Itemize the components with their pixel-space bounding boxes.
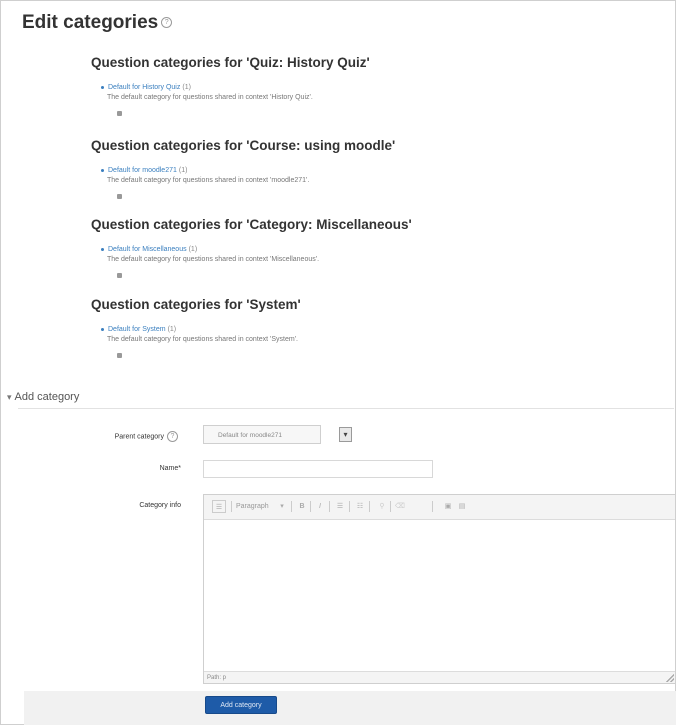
divider [369,501,370,512]
move-icon[interactable] [117,273,122,278]
link-icon[interactable]: ⚲ [376,500,388,513]
list-item: Default for Miscellaneous (1) The default… [101,245,319,265]
list-item: Default for History Quiz (1) The default … [101,83,313,103]
question-count: (1) [178,167,188,174]
resize-handle-icon[interactable] [666,674,674,682]
editor-toolbar: ☰ Paragraph ▾ B I ☰ ☷ ⚲ ⌫ ▣ ▤ [204,495,675,520]
form-buttons-panel [24,691,676,725]
add-category-legend[interactable]: ▾ Add category [7,391,79,403]
page-title: Edit categories? [22,12,173,34]
move-icon[interactable] [117,111,122,116]
paragraph-format-select[interactable]: Paragraph [236,500,276,513]
question-count: (1) [182,84,191,91]
move-icon[interactable] [117,353,122,358]
category-link[interactable]: Default for moodle271 [108,167,177,174]
toolbar-toggle-icon[interactable]: ☰ [212,500,226,513]
bullet-icon [101,247,104,251]
editor-path: Path: p [204,671,675,683]
category-description: The default category for questions share… [107,256,320,263]
parent-category-select[interactable]: Default for moodle271 [203,425,321,444]
bullet-icon [101,85,104,89]
question-count: (1) [188,246,198,253]
list-item: Default for moodle271 (1) The default cat… [101,166,309,186]
divider [18,408,674,409]
category-heading-misc: Question categories for 'Category: Misce… [91,217,412,232]
move-icon[interactable] [117,194,122,199]
divider [349,501,350,512]
collapse-icon[interactable]: ▾ [7,392,12,402]
page-title-text: Edit categories [22,12,159,33]
category-link[interactable]: Default for History Quiz [108,84,180,91]
help-icon[interactable]: ? [161,17,173,29]
bold-icon[interactable]: B [296,500,308,513]
category-info-label: Category info [139,502,181,509]
unlink-icon[interactable]: ⌫ [394,500,406,513]
category-description: The default category for questions share… [107,177,310,184]
divider [329,501,330,512]
category-description: The default category for questions share… [107,336,298,343]
list-item: Default for System (1) The default catego… [101,325,298,345]
image-icon[interactable]: ▣ [442,500,454,513]
category-info-editor[interactable]: ☰ Paragraph ▾ B I ☰ ☷ ⚲ ⌫ ▣ ▤ Path: p [203,494,676,684]
divider [291,501,292,512]
add-category-legend-text: Add category [14,391,80,403]
name-label: Name* [159,465,181,472]
divider [310,501,311,512]
help-icon[interactable]: ? [167,431,178,442]
parent-category-label: Parent category? [58,431,178,442]
category-link[interactable]: Default for System [108,326,166,333]
category-description: The default category for questions share… [107,94,313,101]
parent-category-label-text: Parent category [114,433,164,441]
divider [231,501,232,512]
add-category-button[interactable]: Add category [205,696,277,714]
category-heading-system: Question categories for 'System' [91,297,301,312]
category-heading-course: Question categories for 'Course: using m… [91,138,396,153]
name-field[interactable] [203,460,433,478]
bullet-list-icon[interactable]: ☰ [334,500,346,513]
question-count: (1) [167,326,177,333]
divider [390,501,391,512]
media-icon[interactable]: ▤ [456,500,468,513]
chevron-down-icon[interactable]: ▾ [339,427,352,442]
italic-icon[interactable]: I [314,500,326,513]
category-heading-quiz: Question categories for 'Quiz: History Q… [91,55,370,70]
category-link[interactable]: Default for Miscellaneous [108,246,187,253]
divider [432,501,433,512]
bullet-icon [101,168,104,172]
chevron-down-icon[interactable]: ▾ [278,500,286,513]
numbered-list-icon[interactable]: ☷ [354,500,366,513]
bullet-icon [101,327,104,331]
